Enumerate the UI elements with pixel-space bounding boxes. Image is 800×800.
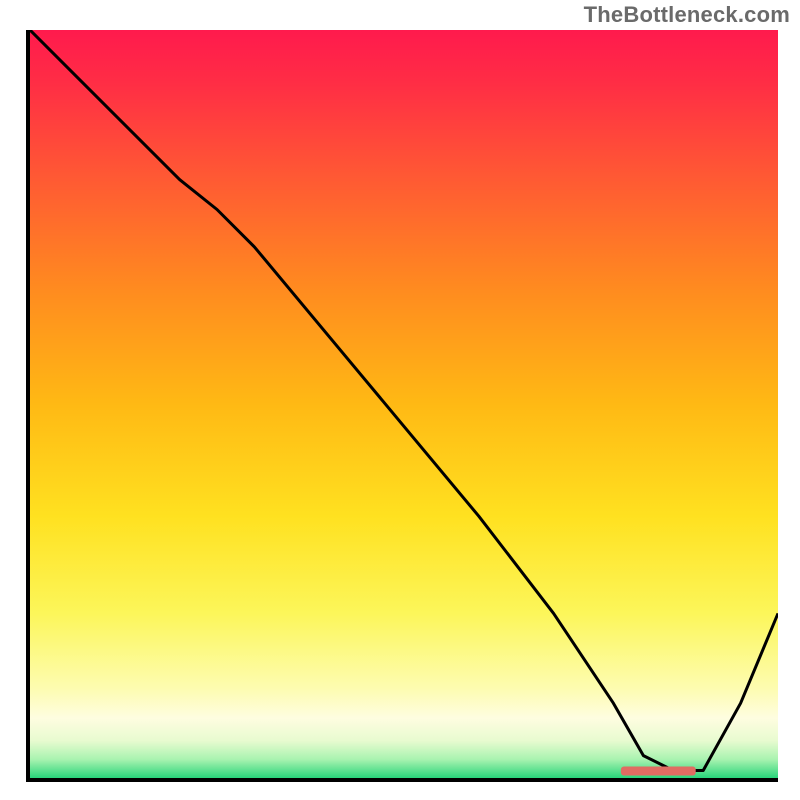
bottleneck-chart <box>0 0 800 800</box>
optimal-marker <box>621 767 696 776</box>
chart-container: TheBottleneck.com <box>0 0 800 800</box>
